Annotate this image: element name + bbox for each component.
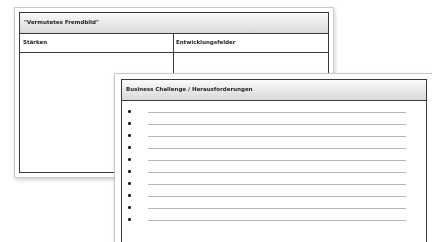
bullet-row	[122, 213, 426, 225]
bullet-line[interactable]	[148, 160, 406, 161]
bullet-line[interactable]	[148, 112, 406, 113]
bullet-line[interactable]	[148, 148, 406, 149]
bullet-icon	[128, 158, 131, 161]
business-challenge-title: Business Challenge / Herausforderungen	[122, 80, 426, 101]
bullet-row	[122, 189, 426, 201]
bullet-icon	[128, 170, 131, 173]
bullet-icon	[128, 218, 131, 221]
bullet-line[interactable]	[148, 196, 406, 197]
column-header-row: Stärken Entwicklungsfelder	[20, 34, 328, 53]
bullet-row	[122, 105, 426, 117]
bullet-icon	[128, 182, 131, 185]
bullet-row	[122, 141, 426, 153]
bullet-icon	[128, 146, 131, 149]
bullet-line[interactable]	[148, 124, 406, 125]
column-header-staerken: Stärken	[23, 40, 48, 46]
business-challenge-box: Business Challenge / Herausforderungen	[121, 79, 427, 242]
bullet-line[interactable]	[148, 208, 406, 209]
bullet-icon	[128, 194, 131, 197]
bullet-line[interactable]	[148, 184, 406, 185]
bullet-row	[122, 153, 426, 165]
bullet-line[interactable]	[148, 220, 406, 221]
bullet-row	[122, 177, 426, 189]
bullet-row	[122, 201, 426, 213]
bullet-icon	[128, 122, 131, 125]
bullet-icon	[128, 206, 131, 209]
bullet-icon	[128, 110, 131, 113]
bullet-row	[122, 117, 426, 129]
fremdbild-title: "Vermutetes Fremdbild"	[20, 13, 328, 34]
bullet-icon	[128, 134, 131, 137]
business-challenge-card: Business Challenge / Herausforderungen	[114, 73, 432, 242]
bullet-row	[122, 165, 426, 177]
bullet-row	[122, 129, 426, 141]
bullet-line[interactable]	[148, 136, 406, 137]
column-header-entwicklungsfelder: Entwicklungsfelder	[176, 40, 236, 46]
bullet-line[interactable]	[148, 172, 406, 173]
page: "Vermutetes Fremdbild" Stärken Entwicklu…	[0, 0, 432, 242]
